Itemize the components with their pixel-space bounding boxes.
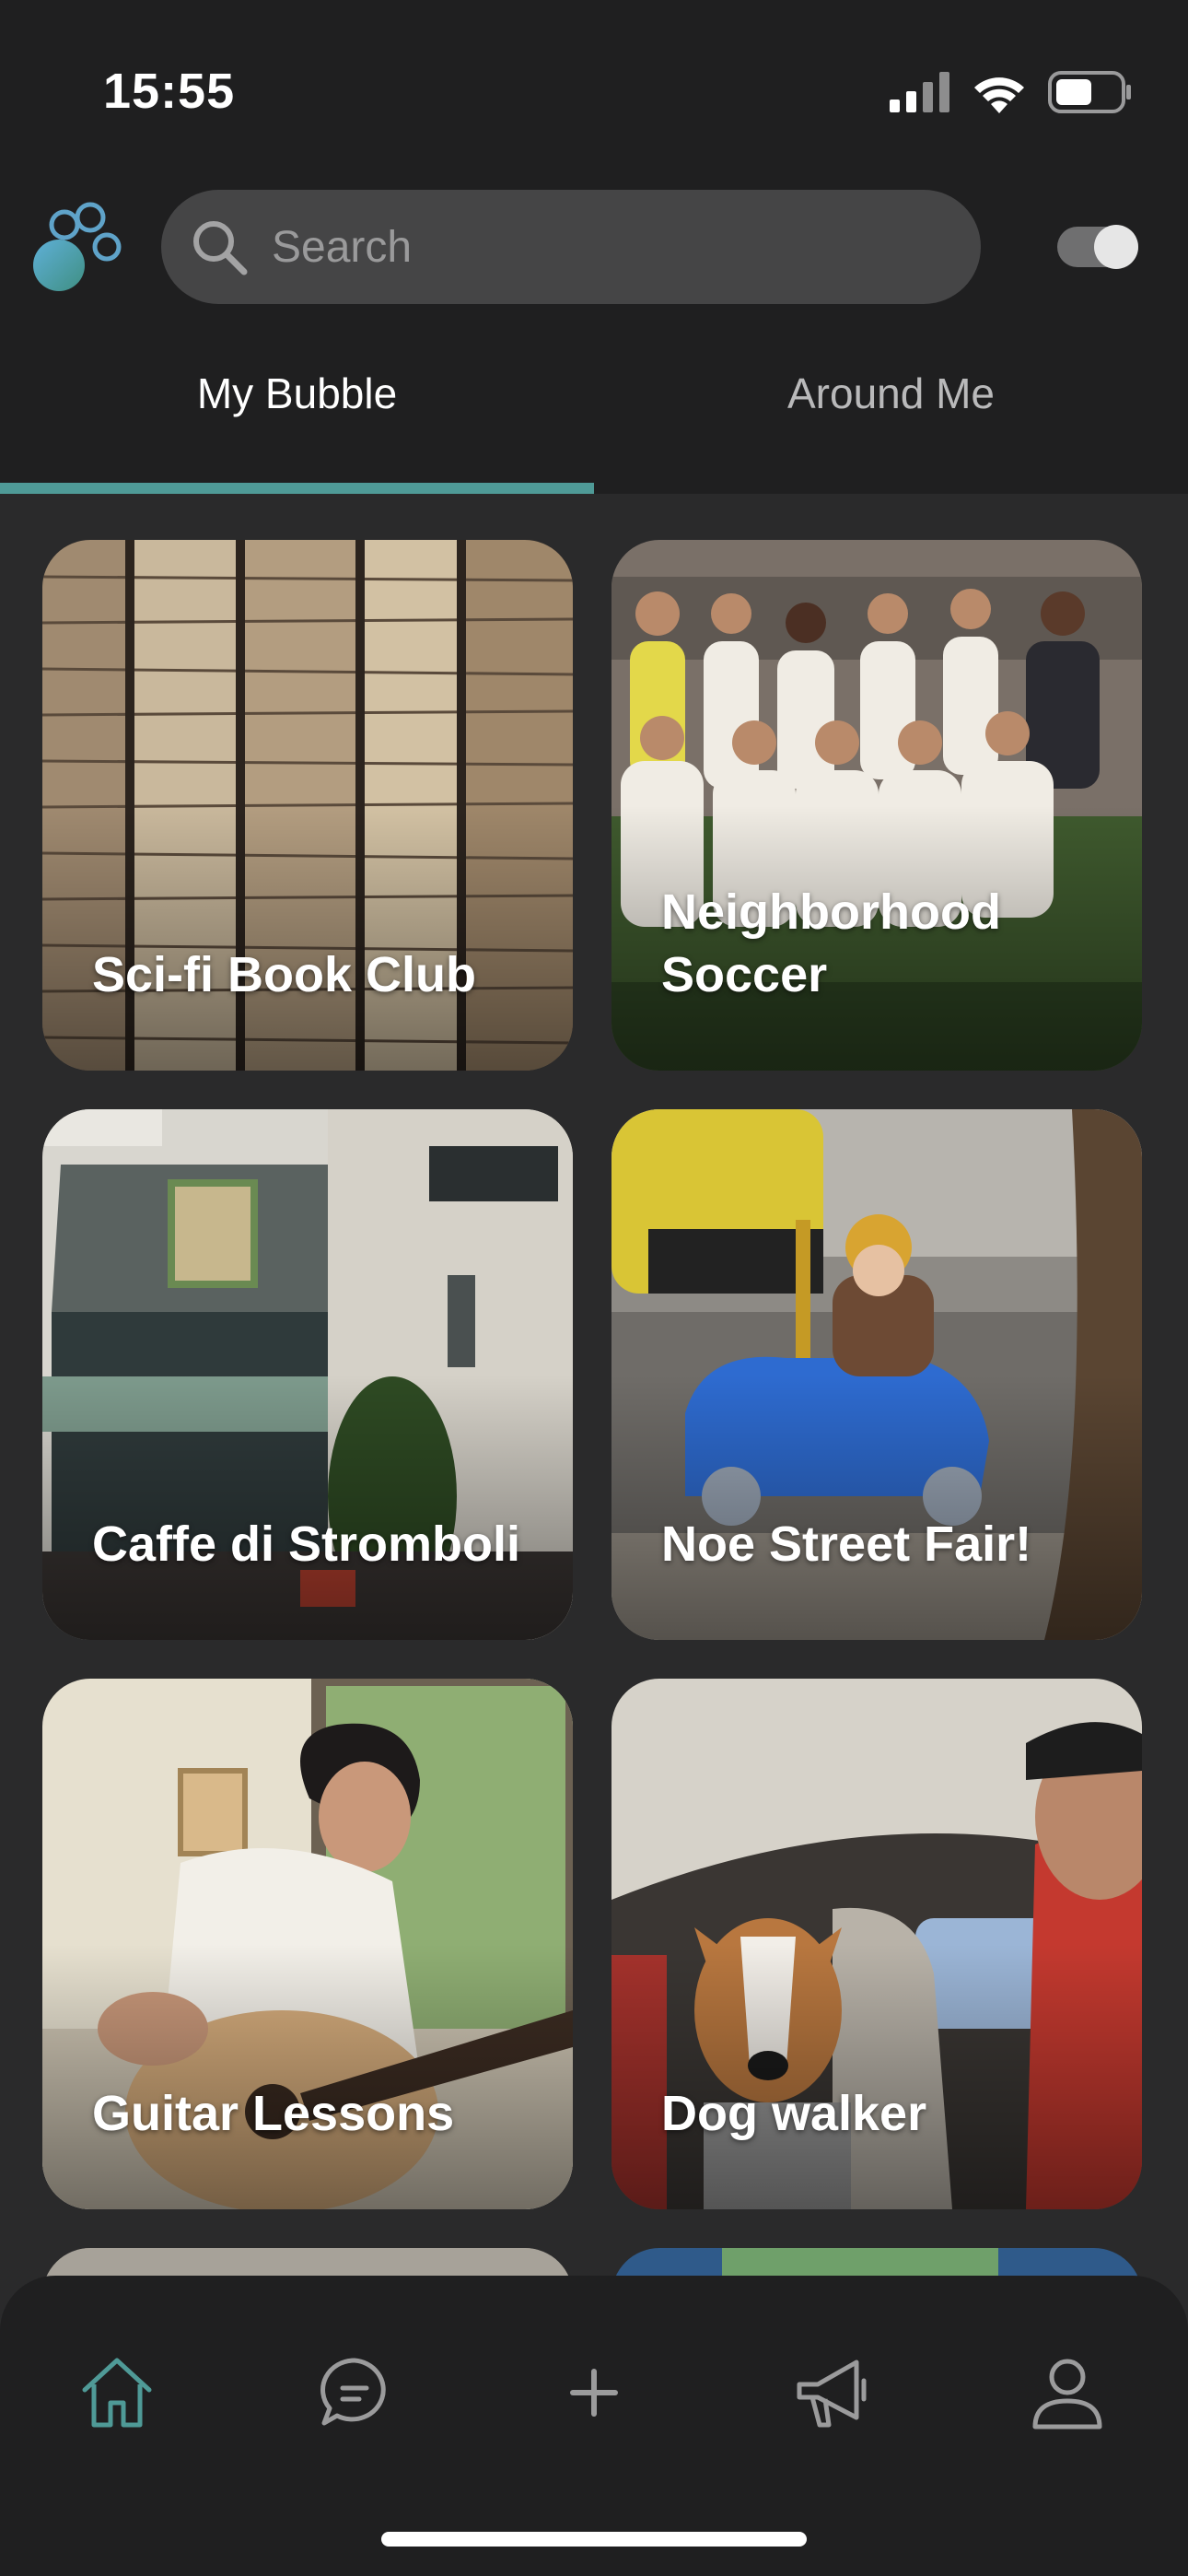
card-guitar-lessons[interactable]: Guitar Lessons (42, 1679, 573, 2209)
card-caffe-di-stromboli[interactable]: Caffe di Stromboli (42, 1109, 573, 1640)
chat-icon[interactable] (313, 2351, 396, 2434)
card-shade (611, 1375, 1142, 1640)
signal-icon (890, 72, 949, 112)
search-input[interactable] (270, 220, 937, 274)
toggle-knob (1094, 225, 1138, 269)
wifi-icon (974, 77, 1024, 113)
card-shade (42, 1944, 573, 2209)
card-dog-walker[interactable]: Dog walker (611, 1679, 1142, 2209)
tab-my-bubble[interactable]: My Bubble (0, 369, 594, 418)
megaphone-icon[interactable] (790, 2351, 873, 2434)
status-time: 15:55 (103, 64, 236, 119)
card-title: Neighborhood Soccer (661, 884, 1001, 1002)
battery-icon (1048, 71, 1131, 113)
card-title: Guitar Lessons (92, 2086, 455, 2141)
app-logo[interactable] (31, 199, 129, 300)
home-icon[interactable] (76, 2351, 158, 2434)
card-shade (42, 805, 573, 1071)
top-bar: 15:55 Search My Bubble Around Me (0, 0, 1188, 494)
search-icon (193, 221, 248, 275)
status-icons (890, 66, 1133, 118)
card-title: Sci-fi Book Club (92, 947, 476, 1002)
profile-icon[interactable] (1026, 2351, 1109, 2434)
card-shade (611, 1944, 1142, 2209)
card-title: Noe Street Fair! (661, 1516, 1032, 1572)
toggle-switch[interactable] (1057, 225, 1138, 269)
active-tab-indicator (0, 483, 594, 494)
card-shade (42, 1375, 573, 1640)
search-bar[interactable] (161, 190, 981, 304)
card-noe-street-fair[interactable]: Noe Street Fair! (611, 1109, 1142, 1640)
card-title: Dog walker (661, 2086, 927, 2141)
card-title: Caffe di Stromboli (92, 1516, 521, 1572)
card-sci-fi-book-club[interactable]: Sci-fi Book Club (42, 540, 573, 1071)
tab-around-me[interactable]: Around Me (594, 369, 1188, 418)
home-indicator[interactable] (381, 2532, 807, 2547)
plus-icon[interactable] (553, 2351, 635, 2434)
card-neighborhood-soccer[interactable]: Neighborhood Soccer (611, 540, 1142, 1071)
bubble-grid: Sci-fi Book Club Neighborhood Soccer Caf… (0, 494, 1188, 2432)
